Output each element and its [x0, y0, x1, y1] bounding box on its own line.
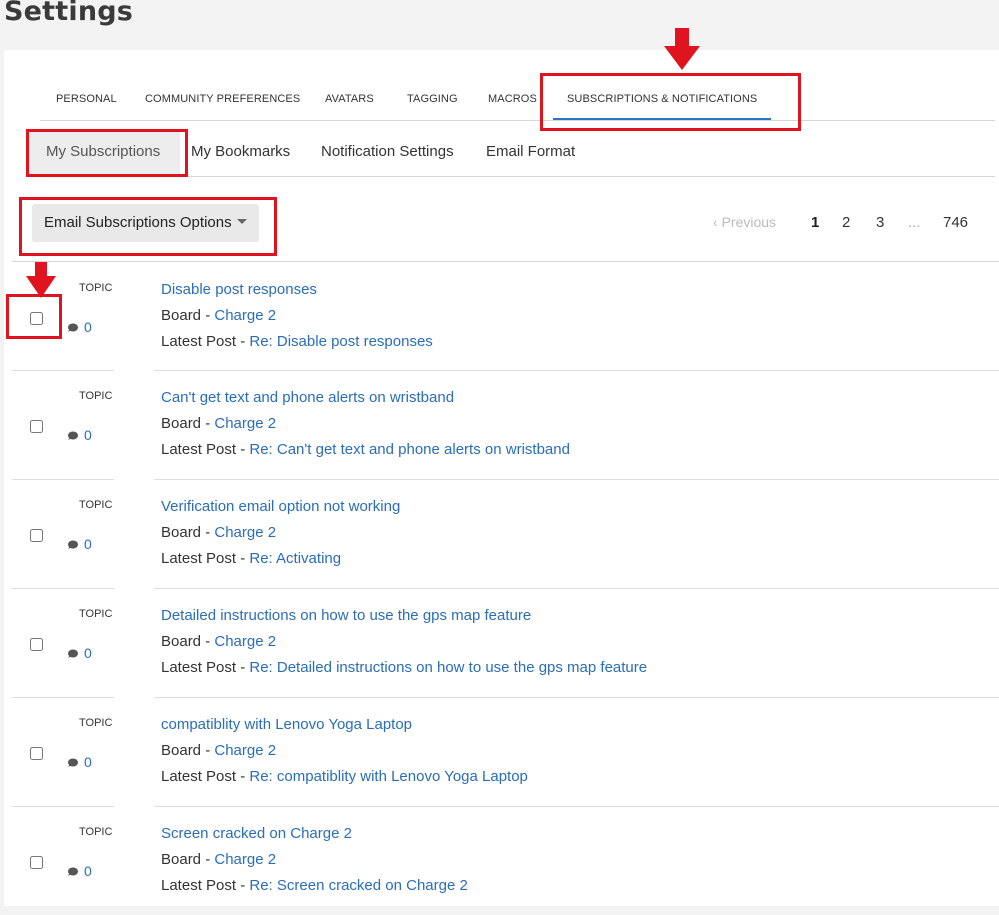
row-latest-post: Latest Post - Re: Screen cracked on Char…	[161, 877, 468, 894]
highlight-box-options-button	[19, 197, 277, 256]
subscription-row: TOPIC 0 compatiblity with Lenovo Yoga La…	[4, 697, 999, 806]
pager-page-2[interactable]: 2	[842, 214, 850, 231]
speech-bubble-icon	[68, 540, 78, 549]
row-topic-title[interactable]: Detailed instructions on how to use the …	[161, 607, 531, 624]
pager-page-last[interactable]: 746	[943, 214, 968, 231]
row-topic-title[interactable]: Verification email option not working	[161, 498, 400, 515]
reply-count: 0	[67, 754, 92, 770]
row-topic-title[interactable]: Disable post responses	[161, 281, 317, 298]
row-select-checkbox[interactable]	[30, 747, 43, 760]
row-latest-post: Latest Post - Re: Can't get text and pho…	[161, 441, 570, 458]
reply-count: 0	[67, 536, 92, 552]
board-link[interactable]: Charge 2	[214, 851, 276, 868]
row-board: Board - Charge 2	[161, 415, 277, 432]
speech-bubble-icon	[68, 649, 78, 658]
board-link[interactable]: Charge 2	[214, 633, 276, 650]
row-board: Board - Charge 2	[161, 851, 277, 868]
speech-bubble-icon	[68, 323, 78, 332]
row-select-checkbox[interactable]	[30, 638, 43, 651]
board-link[interactable]: Charge 2	[214, 742, 276, 759]
tab-macros[interactable]: MACROS	[488, 93, 537, 105]
speech-bubble-icon	[68, 431, 78, 440]
reply-count: 0	[67, 427, 92, 443]
pager-page-1[interactable]: 1	[811, 214, 819, 231]
row-select-checkbox[interactable]	[30, 529, 43, 542]
row-latest-post: Latest Post - Re: Activating	[161, 550, 342, 567]
board-link[interactable]: Charge 2	[214, 307, 276, 324]
down-arrow-icon	[664, 28, 700, 70]
row-divider	[12, 806, 114, 807]
row-select-checkbox[interactable]	[30, 856, 43, 869]
tab-personal[interactable]: PERSONAL	[56, 93, 117, 105]
settings-panel: PERSONAL COMMUNITY PREFERENCES AVATARS T…	[4, 50, 999, 906]
board-link[interactable]: Charge 2	[214, 415, 276, 432]
down-arrow-icon	[26, 262, 56, 298]
settings-tabs: PERSONAL COMMUNITY PREFERENCES AVATARS T…	[40, 80, 995, 121]
row-divider	[12, 479, 114, 480]
row-board: Board - Charge 2	[161, 307, 277, 324]
highlight-box-checkbox	[6, 294, 62, 339]
reply-count: 0	[67, 319, 92, 335]
row-type-label: TOPIC	[79, 282, 113, 294]
pager-page-3[interactable]: 3	[876, 214, 884, 231]
row-type-label: TOPIC	[79, 499, 113, 511]
latest-post-link[interactable]: Re: Disable post responses	[249, 333, 432, 350]
row-type-label: TOPIC	[79, 608, 113, 620]
subscription-row: TOPIC 0 Screen cracked on Charge 2 Board…	[4, 806, 999, 915]
latest-post-link[interactable]: Re: Activating	[249, 550, 341, 567]
subscription-row: TOPIC 0 Detailed instructions on how to …	[4, 588, 999, 697]
row-divider	[154, 370, 999, 371]
row-divider	[12, 588, 114, 589]
row-latest-post: Latest Post - Re: Disable post responses	[161, 333, 433, 350]
row-divider	[154, 806, 999, 807]
row-latest-post: Latest Post - Re: compatiblity with Leno…	[161, 768, 528, 785]
board-link[interactable]: Charge 2	[214, 524, 276, 541]
subscription-row: TOPIC 0 Disable post responses Board - C…	[4, 262, 999, 371]
subtab-email-format[interactable]: Email Format	[486, 130, 575, 174]
speech-bubble-icon	[68, 758, 78, 767]
latest-post-link[interactable]: Re: Detailed instructions on how to use …	[249, 659, 647, 676]
latest-post-link[interactable]: Re: Can't get text and phone alerts on w…	[249, 441, 570, 458]
row-board: Board - Charge 2	[161, 524, 277, 541]
row-divider	[154, 697, 999, 698]
row-board: Board - Charge 2	[161, 633, 277, 650]
tab-community-preferences[interactable]: COMMUNITY PREFERENCES	[145, 93, 300, 105]
row-topic-title[interactable]: Screen cracked on Charge 2	[161, 825, 352, 842]
row-board: Board - Charge 2	[161, 742, 277, 759]
subscription-row: TOPIC 0 Can't get text and phone alerts …	[4, 370, 999, 479]
row-divider	[12, 697, 114, 698]
highlight-box-my-subscriptions	[26, 129, 188, 177]
reply-count: 0	[67, 863, 92, 879]
chevron-left-icon: ‹	[713, 214, 722, 230]
row-type-label: TOPIC	[79, 826, 113, 838]
row-divider	[12, 370, 114, 371]
row-divider	[154, 588, 999, 589]
pager-previous[interactable]: ‹ Previous	[713, 214, 776, 230]
row-type-label: TOPIC	[79, 390, 113, 402]
speech-bubble-icon	[68, 867, 78, 876]
subtab-notification-settings[interactable]: Notification Settings	[321, 130, 454, 174]
subtab-my-bookmarks[interactable]: My Bookmarks	[191, 130, 290, 174]
page-title: Settings	[4, 0, 134, 27]
reply-count: 0	[67, 645, 92, 661]
row-type-label: TOPIC	[79, 717, 113, 729]
latest-post-link[interactable]: Re: compatiblity with Lenovo Yoga Laptop	[249, 768, 528, 785]
tab-avatars[interactable]: AVATARS	[325, 93, 374, 105]
latest-post-link[interactable]: Re: Screen cracked on Charge 2	[249, 877, 467, 894]
row-latest-post: Latest Post - Re: Detailed instructions …	[161, 659, 648, 676]
subscription-row: TOPIC 0 Verification email option not wo…	[4, 479, 999, 588]
highlight-box-subscriptions-tab	[540, 73, 801, 131]
row-topic-title[interactable]: compatiblity with Lenovo Yoga Laptop	[161, 716, 412, 733]
row-select-checkbox[interactable]	[30, 420, 43, 433]
tab-tagging[interactable]: TAGGING	[407, 93, 458, 105]
row-topic-title[interactable]: Can't get text and phone alerts on wrist…	[161, 389, 454, 406]
row-divider	[154, 479, 999, 480]
pager-ellipsis: ...	[908, 214, 921, 231]
